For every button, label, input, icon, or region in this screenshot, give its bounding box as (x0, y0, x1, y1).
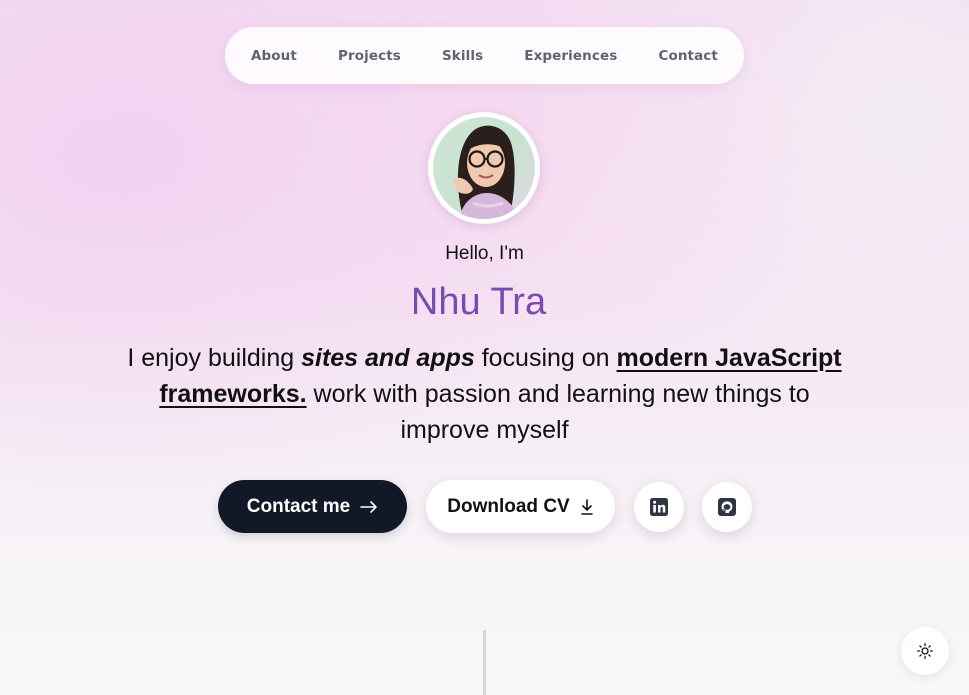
nav-link-projects[interactable]: Projects (338, 48, 401, 64)
tagline-emphasis: sites and apps (301, 344, 475, 372)
arrow-right-icon (360, 500, 378, 513)
download-icon (580, 498, 593, 515)
tagline-part2: focusing on (474, 344, 617, 372)
contact-me-label: Contact me (246, 495, 351, 517)
theme-toggle-button[interactable] (901, 627, 949, 675)
github-icon (718, 498, 736, 516)
section-divider (483, 630, 486, 695)
sun-icon (917, 643, 933, 659)
linkedin-icon (650, 498, 668, 516)
profile-photo-illustration (453, 125, 519, 219)
nav-link-contact[interactable]: Contact (658, 48, 718, 64)
contact-me-button[interactable]: Contact me (218, 480, 407, 533)
profile-avatar (428, 112, 540, 224)
nav-link-experiences[interactable]: Experiences (524, 48, 617, 64)
download-cv-button[interactable]: Download CV (426, 480, 615, 533)
greeting-text: Hello, I'm (445, 243, 524, 264)
nav-link-skills[interactable]: Skills (442, 48, 483, 64)
tagline-part3: work with passion and learning new thing… (306, 380, 810, 444)
tagline-part1: I enjoy building (127, 344, 302, 372)
linkedin-button[interactable] (634, 482, 684, 532)
tagline: I enjoy building sites and apps focusing… (115, 340, 854, 448)
profile-name: Nhu Tra (410, 281, 547, 323)
nav-link-about[interactable]: About (251, 48, 297, 64)
github-button[interactable] (702, 482, 752, 532)
top-navigation: About Projects Skills Experiences Contac… (225, 27, 744, 84)
download-cv-label: Download CV (447, 495, 570, 517)
profile-photo (433, 117, 535, 219)
